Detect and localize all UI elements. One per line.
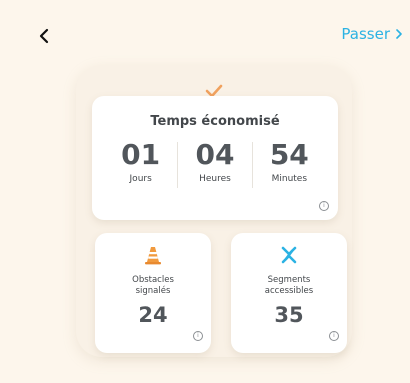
minutes-value: 54 [269,138,309,171]
hours-unit: 04 Heures [178,138,251,184]
hours-label: Heures [199,174,231,184]
stats-panel: Temps économisé 01 Jours 04 Heures 54 Mi… [76,65,352,357]
info-icon[interactable]: i [193,331,203,341]
obstacles-label: Obstacles signalés [132,275,174,296]
chevron-left-icon [39,28,49,44]
accessible-segments-icon [281,246,297,264]
hours-value: 04 [195,138,235,171]
days-value: 01 [121,138,161,171]
time-saved-card: Temps économisé 01 Jours 04 Heures 54 Mi… [92,96,338,220]
info-icon[interactable]: i [329,331,339,341]
traffic-cone-icon [145,247,161,265]
minutes-unit: 54 Minutes [253,138,326,184]
time-saved-title: Temps économisé [150,114,280,129]
minutes-label: Minutes [271,174,308,184]
segments-card: Segments accessibles 35 i [231,233,347,353]
stats-screen: Passer Temps économisé 01 Jours 04 Heure… [0,0,410,383]
skip-label: Passer [341,25,390,43]
chevron-right-icon [396,29,402,39]
segments-label: Segments accessibles [264,275,314,296]
info-icon[interactable]: i [319,201,329,211]
segments-value: 35 [274,303,304,327]
skip-button[interactable]: Passer [341,22,402,46]
obstacles-card: Obstacles signalés 24 i [95,233,211,353]
back-button[interactable] [30,22,58,50]
days-label: Jours [129,174,152,184]
days-unit: 01 Jours [104,138,177,184]
obstacles-value: 24 [138,303,168,327]
time-saved-counter: 01 Jours 04 Heures 54 Minutes [104,138,326,202]
